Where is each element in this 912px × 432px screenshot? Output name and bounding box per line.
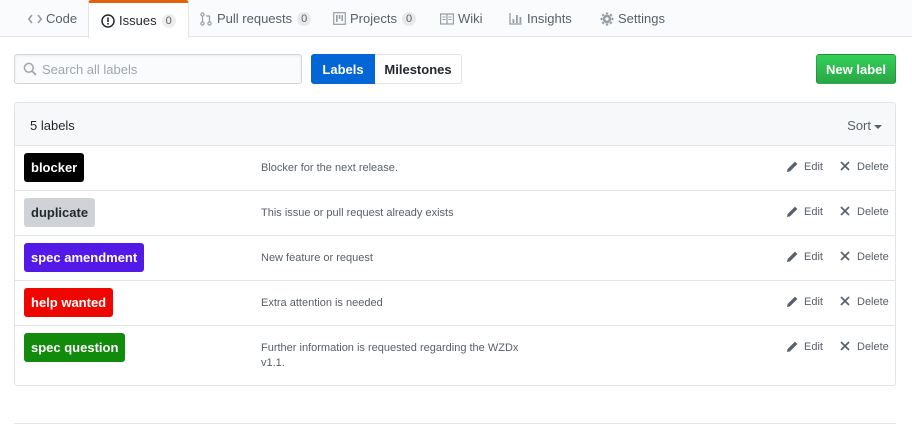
labels-milestones-subnav: Labels Milestones — [311, 54, 462, 84]
delete-button[interactable]: Delete — [839, 160, 889, 173]
divider — [14, 423, 896, 424]
edit-button[interactable]: Edit — [786, 340, 823, 353]
tab-issues[interactable]: Issues 0 — [88, 0, 189, 38]
x-icon — [839, 250, 852, 263]
sort-label: Sort — [847, 118, 871, 133]
search-icon — [23, 62, 37, 76]
book-icon — [440, 12, 454, 26]
delete-label: Delete — [857, 205, 889, 218]
delete-button[interactable]: Delete — [839, 340, 889, 353]
new-label-button[interactable]: New label — [816, 54, 896, 84]
label-badge[interactable]: spec amendment — [24, 243, 145, 272]
delete-label: Delete — [857, 160, 889, 173]
tab-label: Pull requests — [217, 11, 293, 26]
tab-pull-requests[interactable]: Pull requests 0 — [187, 0, 323, 37]
pencil-icon — [786, 160, 799, 173]
label-row: duplicate This issue or pull request alr… — [15, 191, 895, 236]
edit-label: Edit — [804, 295, 823, 308]
tab-insights[interactable]: Insights — [497, 0, 584, 37]
label-row: blocker Blocker for the next release. Ed… — [15, 146, 895, 191]
tab-label: Code — [46, 11, 78, 26]
delete-button[interactable]: Delete — [839, 205, 889, 218]
search-input[interactable] — [42, 56, 292, 82]
label-badge[interactable]: blocker — [24, 153, 85, 182]
tab-projects[interactable]: Projects 0 — [320, 0, 428, 37]
label-description: Blocker for the next release. — [261, 162, 398, 174]
tab-label: Insights — [527, 11, 572, 26]
labels-list-header: 5 labels Sort — [15, 103, 895, 146]
caret-down-icon — [874, 124, 882, 129]
issues-counter: 0 — [161, 13, 176, 28]
delete-label: Delete — [857, 340, 889, 353]
label-badge[interactable]: duplicate — [24, 198, 96, 227]
tab-wiki[interactable]: Wiki — [428, 0, 495, 37]
pencil-icon — [786, 250, 799, 263]
gear-icon — [600, 12, 614, 26]
edit-button[interactable]: Edit — [786, 295, 823, 308]
edit-button[interactable]: Edit — [786, 250, 823, 263]
delete-button[interactable]: Delete — [839, 250, 889, 263]
pencil-icon — [786, 340, 799, 353]
label-search — [14, 54, 302, 84]
tab-label: Wiki — [458, 11, 483, 26]
delete-label: Delete — [857, 295, 889, 308]
x-icon — [839, 340, 852, 353]
sort-dropdown[interactable]: Sort — [847, 118, 882, 133]
label-row: spec amendment New feature or request Ed… — [15, 236, 895, 281]
tab-label: Settings — [618, 11, 665, 26]
label-description: New feature or request — [261, 252, 373, 264]
git-pull-request-icon — [199, 11, 213, 26]
label-row: help wanted Extra attention is needed Ed… — [15, 281, 895, 326]
tab-label: Projects — [350, 11, 397, 26]
repo-nav: Code Issues 0 Pull requests 0 Projects 0… — [0, 0, 912, 38]
labels-tab[interactable]: Labels — [311, 54, 375, 84]
label-row: spec question Further information is req… — [15, 326, 895, 385]
tab-settings[interactable]: Settings — [588, 0, 677, 37]
x-icon — [839, 160, 852, 173]
labels-count: 5 labels — [30, 118, 75, 133]
pencil-icon — [786, 205, 799, 218]
edit-label: Edit — [804, 340, 823, 353]
label-description: Further information is requested regardi… — [261, 342, 519, 369]
pull-requests-counter: 0 — [297, 11, 312, 26]
label-badge[interactable]: spec question — [24, 333, 126, 362]
edit-label: Edit — [804, 250, 823, 263]
delete-label: Delete — [857, 250, 889, 263]
projects-counter: 0 — [401, 11, 417, 26]
delete-button[interactable]: Delete — [839, 295, 889, 308]
edit-label: Edit — [804, 160, 823, 173]
label-description: Extra attention is needed — [261, 297, 383, 309]
graph-icon — [509, 12, 523, 26]
edit-button[interactable]: Edit — [786, 205, 823, 218]
x-icon — [839, 205, 852, 218]
x-icon — [839, 295, 852, 308]
label-badge[interactable]: help wanted — [24, 288, 114, 317]
labels-list: 5 labels Sort blocker Blocker for the ne… — [14, 102, 896, 386]
project-icon — [332, 12, 346, 26]
issue-opened-icon — [101, 13, 115, 28]
edit-label: Edit — [804, 205, 823, 218]
pencil-icon — [786, 295, 799, 308]
tab-label: Issues — [119, 13, 157, 28]
edit-button[interactable]: Edit — [786, 160, 823, 173]
milestones-tab[interactable]: Milestones — [375, 54, 462, 84]
label-description: This issue or pull request already exist… — [261, 207, 454, 219]
code-icon — [28, 12, 42, 26]
tab-code[interactable]: Code — [16, 0, 89, 37]
